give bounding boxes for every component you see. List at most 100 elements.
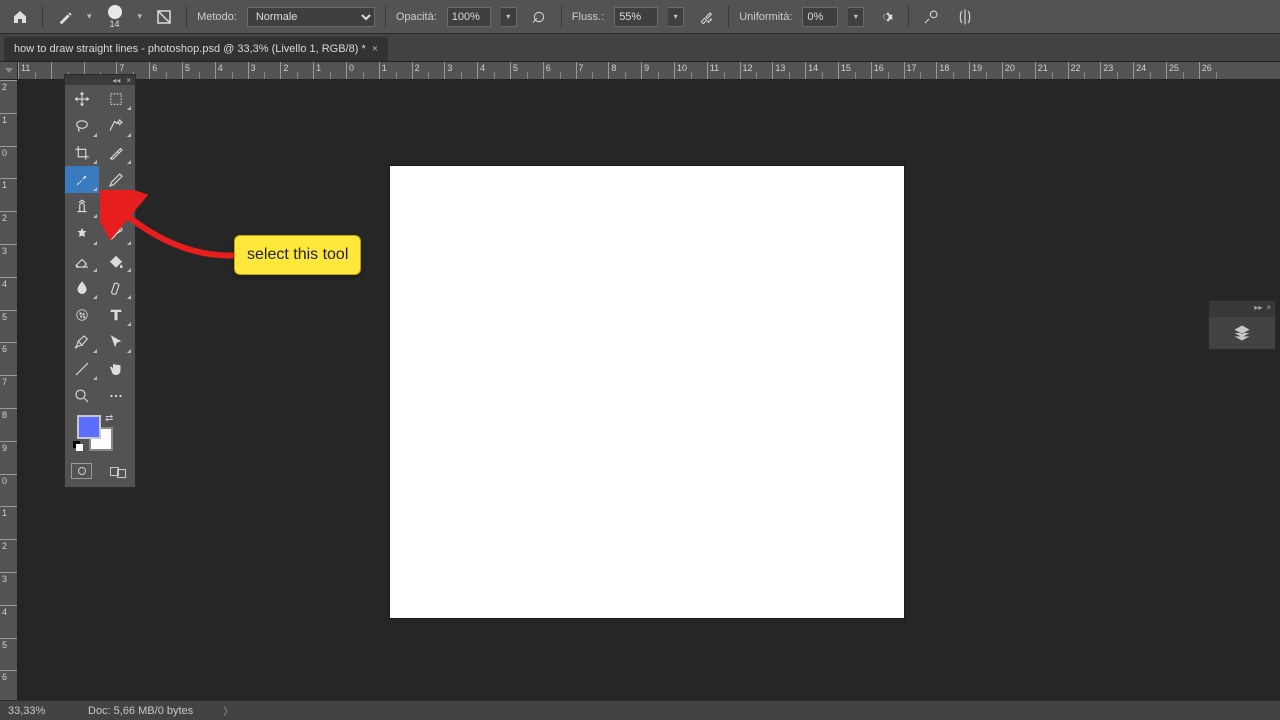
brush-tool[interactable] <box>65 166 99 193</box>
brush-panel-icon[interactable] <box>152 5 176 29</box>
ruler-tick: 15 <box>838 62 871 80</box>
type-tool[interactable] <box>99 301 133 328</box>
ruler-tick: 6 <box>149 62 182 80</box>
hand-tool[interactable] <box>99 355 133 382</box>
ruler-tick: 3 <box>444 62 477 80</box>
dodge-tool[interactable] <box>99 274 133 301</box>
pen-tool[interactable] <box>65 328 99 355</box>
blur-tool[interactable] <box>65 274 99 301</box>
brush-size-label: 14 <box>110 19 120 29</box>
document-tab[interactable]: how to draw straight lines - photoshop.p… <box>4 37 388 61</box>
ruler-tick: 18 <box>936 62 969 80</box>
document-canvas[interactable] <box>390 166 904 618</box>
more-tool[interactable] <box>99 382 133 409</box>
ruler-tick: 0 <box>346 62 379 80</box>
pressure-size-icon[interactable] <box>919 5 943 29</box>
close-icon[interactable]: × <box>126 76 131 85</box>
home-icon[interactable] <box>8 5 32 29</box>
healing-brush-tool[interactable] <box>65 220 99 247</box>
lasso-tool[interactable] <box>65 112 99 139</box>
ruler-tick: 13 <box>772 62 805 80</box>
line-tool[interactable] <box>65 355 99 382</box>
flusso-input[interactable]: 55% <box>614 7 658 27</box>
ruler-tick: 5 <box>510 62 543 80</box>
move-tool[interactable] <box>65 85 99 112</box>
quick-selection-tool[interactable] <box>99 112 133 139</box>
ruler-tick: 0 <box>0 146 17 179</box>
pressure-opacity-icon[interactable] <box>527 5 551 29</box>
brush-preview[interactable]: 14 <box>102 4 128 30</box>
chevron-down-icon[interactable]: ▾ <box>501 7 517 27</box>
ruler-tick: 5 <box>0 638 17 671</box>
horizontal-ruler[interactable]: 1176543210123456789101112131415161718192… <box>18 62 1280 80</box>
ruler-tick: 2 <box>0 80 17 113</box>
flusso-label: Fluss.: <box>572 11 604 23</box>
ruler-tick: 9 <box>641 62 674 80</box>
chevron-down-icon[interactable]: ▾ <box>668 7 684 27</box>
ruler-tick: 1 <box>313 62 346 80</box>
swap-colors-icon[interactable]: ⇄ <box>105 413 113 424</box>
metodo-select[interactable]: Normale <box>247 7 375 27</box>
opacita-input[interactable]: 100% <box>447 7 491 27</box>
ruler-tick: 24 <box>1133 62 1166 80</box>
ruler-tick: 14 <box>805 62 838 80</box>
chevron-down-icon[interactable]: ▾ <box>848 7 864 27</box>
ruler-tick: 4 <box>0 277 17 310</box>
sponge-tool[interactable] <box>65 301 99 328</box>
clone-stamp-tool[interactable] <box>65 193 99 220</box>
ruler-tick: 5 <box>0 310 17 343</box>
eyedropper-tool[interactable] <box>99 139 133 166</box>
ruler-tick: 26 <box>1199 62 1232 80</box>
mini-panel-header[interactable]: ▸▸ × <box>1209 301 1275 313</box>
ruler-tick: 7 <box>0 375 17 408</box>
chevron-right-icon[interactable]: 〉 <box>223 703 233 718</box>
quick-mask-icon[interactable] <box>71 463 92 479</box>
symmetry-icon[interactable] <box>953 5 977 29</box>
status-bar: 33,33% Doc: 5,66 MB/0 bytes 〉 <box>0 700 1280 720</box>
opacita-label: Opacità: <box>396 11 437 23</box>
ruler-tick: 4 <box>215 62 248 80</box>
default-colors-icon[interactable] <box>73 441 83 451</box>
ruler-tick: 10 <box>674 62 707 80</box>
ruler-tick: 22 <box>1068 62 1101 80</box>
ruler-tick: 5 <box>182 62 215 80</box>
vertical-ruler[interactable]: 2101234567890123456 <box>0 80 18 700</box>
ruler-tick: 2 <box>0 211 17 244</box>
foreground-color[interactable] <box>77 415 101 439</box>
eraser-tool[interactable] <box>65 247 99 274</box>
collapsed-layers-panel[interactable]: ▸▸ × <box>1208 300 1276 350</box>
ruler-tick: 25 <box>1166 62 1199 80</box>
zoom-level[interactable]: 33,33% <box>8 705 58 717</box>
ruler-tick: 0 <box>0 474 17 507</box>
tool-preset-icon[interactable] <box>53 5 77 29</box>
chevron-down-icon[interactable]: ▾ <box>138 11 143 22</box>
chevron-down-icon[interactable]: ▾ <box>87 11 92 22</box>
ruler-tick: 8 <box>0 408 17 441</box>
ruler-tick: 6 <box>0 670 17 700</box>
ruler-tick: 11 <box>707 62 740 80</box>
ruler-tick: 20 <box>1002 62 1035 80</box>
expand-icon[interactable]: ▸▸ <box>1254 303 1262 312</box>
pencil-tool[interactable] <box>99 166 133 193</box>
gear-icon[interactable] <box>874 5 898 29</box>
uniformita-input[interactable]: 0% <box>802 7 838 27</box>
crop-tool[interactable] <box>65 139 99 166</box>
ruler-tick: 4 <box>0 605 17 638</box>
close-icon[interactable]: × <box>1266 303 1271 312</box>
ruler-tick: 2 <box>280 62 313 80</box>
close-icon[interactable]: × <box>372 43 378 55</box>
tools-panel-header[interactable]: ◂◂ × <box>65 75 135 85</box>
layers-icon[interactable] <box>1232 323 1252 343</box>
ruler-tick: 1 <box>0 506 17 539</box>
ruler-origin[interactable] <box>0 62 18 80</box>
ruler-tick: 7 <box>576 62 609 80</box>
color-swatch-area: ⇄ <box>65 409 135 459</box>
ruler-tick: 1 <box>0 178 17 211</box>
path-selection-tool[interactable] <box>99 328 133 355</box>
screen-mode-icon[interactable] <box>106 463 129 479</box>
zoom-tool[interactable] <box>65 382 99 409</box>
airbrush-icon[interactable] <box>694 5 718 29</box>
canvas-area[interactable] <box>18 80 1280 700</box>
ruler-tick: 2 <box>0 539 17 572</box>
marquee-tool[interactable] <box>99 85 133 112</box>
